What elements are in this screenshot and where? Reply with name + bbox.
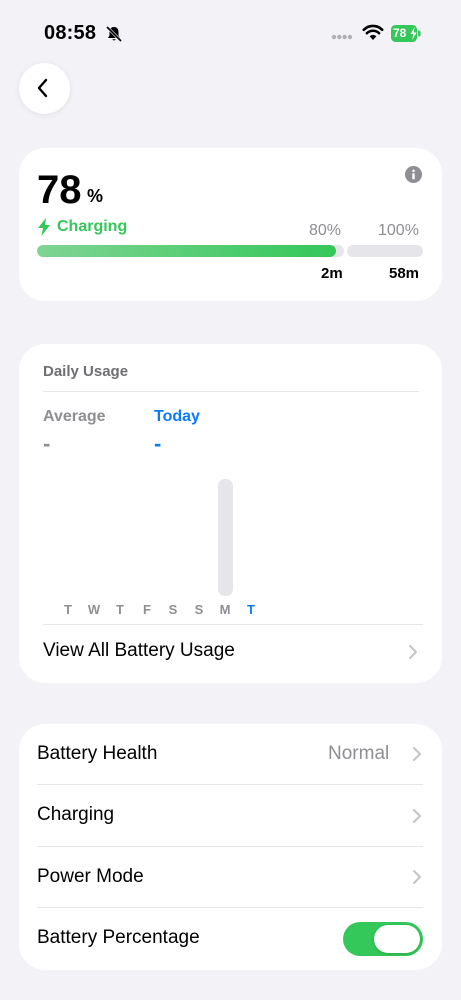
divider	[43, 624, 423, 625]
time-to-80: 2m	[321, 265, 343, 282]
chevron-right-icon	[413, 870, 421, 884]
day-label-today: T	[247, 602, 255, 617]
marker-80-label: 80%	[309, 222, 342, 239]
day-label: F	[143, 602, 151, 617]
day-label: S	[194, 602, 204, 617]
today-value: -	[154, 431, 162, 456]
charge-progress-bar	[37, 245, 344, 257]
divider	[43, 391, 419, 392]
day-label: W	[87, 602, 101, 617]
charging-row[interactable]: Charging	[37, 804, 114, 826]
battery-level-text: 78	[393, 26, 407, 40]
battery-health-value: Normal	[328, 743, 390, 764]
today-label: Today	[154, 408, 200, 425]
usage-bar-monday[interactable]	[218, 479, 233, 596]
back-button[interactable]	[19, 63, 70, 114]
charge-progress-fill	[37, 245, 337, 257]
chevron-right-icon	[413, 809, 421, 823]
average-label: Average	[43, 408, 106, 425]
view-all-battery-usage-link[interactable]: View All Battery Usage	[43, 640, 235, 662]
wifi-icon	[362, 24, 384, 40]
day-label: S	[168, 602, 178, 617]
day-label: M	[219, 602, 231, 617]
power-mode-row[interactable]: Power Mode	[37, 866, 144, 888]
battery-health-row[interactable]: Battery Health	[37, 743, 157, 765]
day-label: T	[116, 602, 124, 617]
time-to-100: 58m	[389, 265, 420, 282]
divider	[37, 907, 423, 908]
daily-usage-title: Daily Usage	[43, 363, 129, 380]
charge-remaining-bar	[347, 245, 423, 257]
charging-label: Charging	[57, 218, 128, 235]
info-icon[interactable]	[405, 166, 422, 183]
day-label: T	[64, 602, 72, 617]
divider	[37, 784, 423, 785]
toggle-knob	[374, 925, 420, 953]
average-value: -	[43, 431, 51, 456]
status-time: 08:58	[44, 22, 97, 44]
bell-slash-icon	[105, 25, 123, 43]
battery-percentage-label: Battery Percentage	[37, 927, 200, 948]
battery-percent-value: 78	[37, 168, 82, 212]
bolt-icon	[38, 218, 50, 236]
divider	[37, 846, 423, 847]
chevron-right-icon	[409, 645, 417, 659]
signal-dots-icon	[331, 34, 353, 40]
battery-percentage-toggle[interactable]	[343, 922, 423, 956]
marker-100-label: 100%	[378, 222, 419, 239]
battery-percent-sign: %	[87, 186, 104, 206]
chevron-right-icon	[413, 747, 421, 761]
battery-charging-icon: 78	[391, 25, 421, 42]
chevron-left-icon	[37, 78, 48, 98]
charging-status: Charging	[37, 218, 127, 236]
